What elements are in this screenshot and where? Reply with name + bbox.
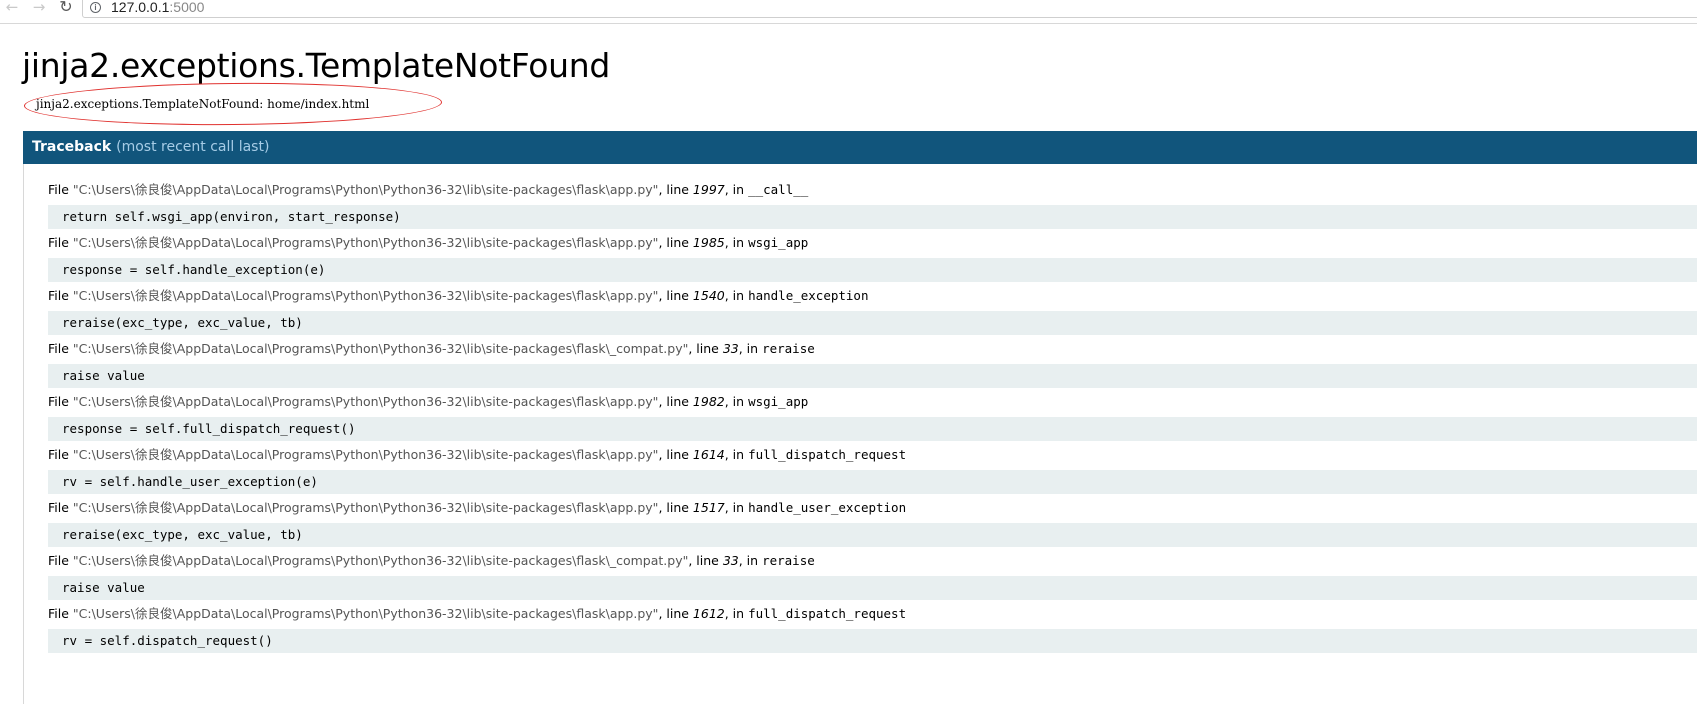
frame-filename: "C:\Users\徐良俊\AppData\Local\Programs\Pyt…: [72, 500, 659, 515]
frame-source-line[interactable]: reraise(exc_type, exc_value, tb): [48, 523, 1697, 547]
frame-line-number: 1985: [692, 235, 725, 250]
line-separator: , line: [658, 182, 693, 197]
frame-source-line[interactable]: response = self.handle_exception(e): [48, 258, 1697, 282]
frame-function: handle_user_exception: [748, 500, 907, 515]
frame-source-line[interactable]: rv = self.dispatch_request(): [48, 629, 1697, 653]
url-text[interactable]: 127.0.0.1:5000: [111, 0, 204, 15]
frame-source-line[interactable]: return self.wsgi_app(environ, start_resp…: [48, 205, 1697, 229]
frame-filename: "C:\Users\徐良俊\AppData\Local\Programs\Pyt…: [72, 182, 659, 197]
frame-source-line[interactable]: response = self.full_dispatch_request(): [48, 417, 1697, 441]
in-separator: , in: [724, 235, 749, 250]
info-icon[interactable]: i: [90, 2, 101, 13]
frame-function: full_dispatch_request: [748, 606, 907, 621]
traceback-body: File "C:\Users\徐良俊\AppData\Local\Program…: [23, 164, 1697, 704]
line-separator: , line: [658, 288, 693, 303]
traceback-frame: File "C:\Users\徐良俊\AppData\Local\Program…: [24, 604, 1697, 654]
frame-line-number: 1997: [692, 182, 725, 197]
traceback-frame: File "C:\Users\徐良俊\AppData\Local\Program…: [24, 286, 1697, 336]
page-title: jinja2.exceptions.TemplateNotFound: [22, 46, 611, 85]
file-prefix: File: [48, 182, 73, 197]
back-arrow-icon[interactable]: ←: [4, 0, 20, 16]
traceback-frame: File "C:\Users\徐良俊\AppData\Local\Program…: [24, 392, 1697, 442]
frame-line-number: 1540: [692, 288, 725, 303]
frame-filename: "C:\Users\徐良俊\AppData\Local\Programs\Pyt…: [72, 447, 659, 462]
url-host: 127.0.0.1: [111, 0, 170, 15]
line-separator: , line: [658, 447, 693, 462]
traceback-frame: File "C:\Users\徐良俊\AppData\Local\Program…: [24, 498, 1697, 548]
in-separator: , in: [738, 341, 763, 356]
frame-function: reraise: [762, 341, 815, 356]
frame-line-number: 1517: [692, 500, 725, 515]
in-separator: , in: [724, 288, 749, 303]
frame-function: reraise: [762, 553, 815, 568]
file-prefix: File: [48, 447, 73, 462]
file-prefix: File: [48, 606, 73, 621]
frame-filename: "C:\Users\徐良俊\AppData\Local\Programs\Pyt…: [72, 606, 659, 621]
file-prefix: File: [48, 394, 73, 409]
frame-filename: "C:\Users\徐良俊\AppData\Local\Programs\Pyt…: [72, 341, 689, 356]
traceback-frame: File "C:\Users\徐良俊\AppData\Local\Program…: [24, 233, 1697, 283]
frame-filename: "C:\Users\徐良俊\AppData\Local\Programs\Pyt…: [72, 288, 659, 303]
frame-filename: "C:\Users\徐良俊\AppData\Local\Programs\Pyt…: [72, 553, 689, 568]
in-separator: , in: [724, 500, 749, 515]
frame-source-line[interactable]: reraise(exc_type, exc_value, tb): [48, 311, 1697, 335]
reload-icon[interactable]: ↻: [58, 0, 74, 16]
frame-location: File "C:\Users\徐良俊\AppData\Local\Program…: [48, 180, 808, 200]
frame-line-number: 1614: [692, 447, 725, 462]
in-separator: , in: [738, 553, 763, 568]
frame-function: full_dispatch_request: [748, 447, 907, 462]
traceback-frame: File "C:\Users\徐良俊\AppData\Local\Program…: [24, 445, 1697, 495]
line-separator: , line: [658, 394, 693, 409]
line-separator: , line: [688, 553, 723, 568]
frame-location: File "C:\Users\徐良俊\AppData\Local\Program…: [48, 445, 906, 465]
in-separator: , in: [724, 182, 749, 197]
browser-toolbar: ← → ↻ i 127.0.0.1:5000: [0, 0, 1697, 24]
frame-line-number: 33: [722, 341, 739, 356]
forward-arrow-icon[interactable]: →: [31, 0, 47, 16]
frame-line-number: 1982: [692, 394, 725, 409]
frame-line-number: 1612: [692, 606, 725, 621]
line-separator: , line: [688, 341, 723, 356]
frame-filename: "C:\Users\徐良俊\AppData\Local\Programs\Pyt…: [72, 394, 659, 409]
frame-function: handle_exception: [748, 288, 869, 303]
file-prefix: File: [48, 341, 73, 356]
in-separator: , in: [724, 447, 749, 462]
line-separator: , line: [658, 500, 693, 515]
frame-function: __call__: [748, 182, 809, 197]
traceback-sublabel: (most recent call last): [116, 139, 270, 155]
frame-function: wsgi_app: [748, 394, 809, 409]
frame-function: wsgi_app: [748, 235, 809, 250]
traceback-header: Traceback (most recent call last): [23, 131, 1697, 164]
traceback-frame: File "C:\Users\徐良俊\AppData\Local\Program…: [24, 551, 1697, 601]
frame-line-number: 33: [722, 553, 739, 568]
in-separator: , in: [724, 394, 749, 409]
traceback-label: Traceback: [32, 139, 112, 155]
frame-filename: "C:\Users\徐良俊\AppData\Local\Programs\Pyt…: [72, 235, 659, 250]
frame-source-line[interactable]: raise value: [48, 364, 1697, 388]
frame-location: File "C:\Users\徐良俊\AppData\Local\Program…: [48, 286, 868, 306]
address-bar[interactable]: i 127.0.0.1:5000: [82, 0, 1697, 18]
file-prefix: File: [48, 235, 73, 250]
frame-location: File "C:\Users\徐良俊\AppData\Local\Program…: [48, 551, 815, 571]
file-prefix: File: [48, 288, 73, 303]
line-separator: , line: [658, 235, 693, 250]
in-separator: , in: [724, 606, 749, 621]
frame-location: File "C:\Users\徐良俊\AppData\Local\Program…: [48, 498, 906, 518]
line-separator: , line: [658, 606, 693, 621]
frame-location: File "C:\Users\徐良俊\AppData\Local\Program…: [48, 233, 808, 253]
file-prefix: File: [48, 500, 73, 515]
frame-location: File "C:\Users\徐良俊\AppData\Local\Program…: [48, 392, 808, 412]
annotation-ellipse: [23, 81, 443, 127]
frame-source-line[interactable]: rv = self.handle_user_exception(e): [48, 470, 1697, 494]
frame-source-line[interactable]: raise value: [48, 576, 1697, 600]
url-port: :5000: [169, 0, 205, 15]
frame-location: File "C:\Users\徐良俊\AppData\Local\Program…: [48, 339, 815, 359]
frame-location: File "C:\Users\徐良俊\AppData\Local\Program…: [48, 604, 906, 624]
traceback-frame: File "C:\Users\徐良俊\AppData\Local\Program…: [24, 339, 1697, 389]
file-prefix: File: [48, 553, 73, 568]
traceback-frame: File "C:\Users\徐良俊\AppData\Local\Program…: [24, 180, 1697, 230]
